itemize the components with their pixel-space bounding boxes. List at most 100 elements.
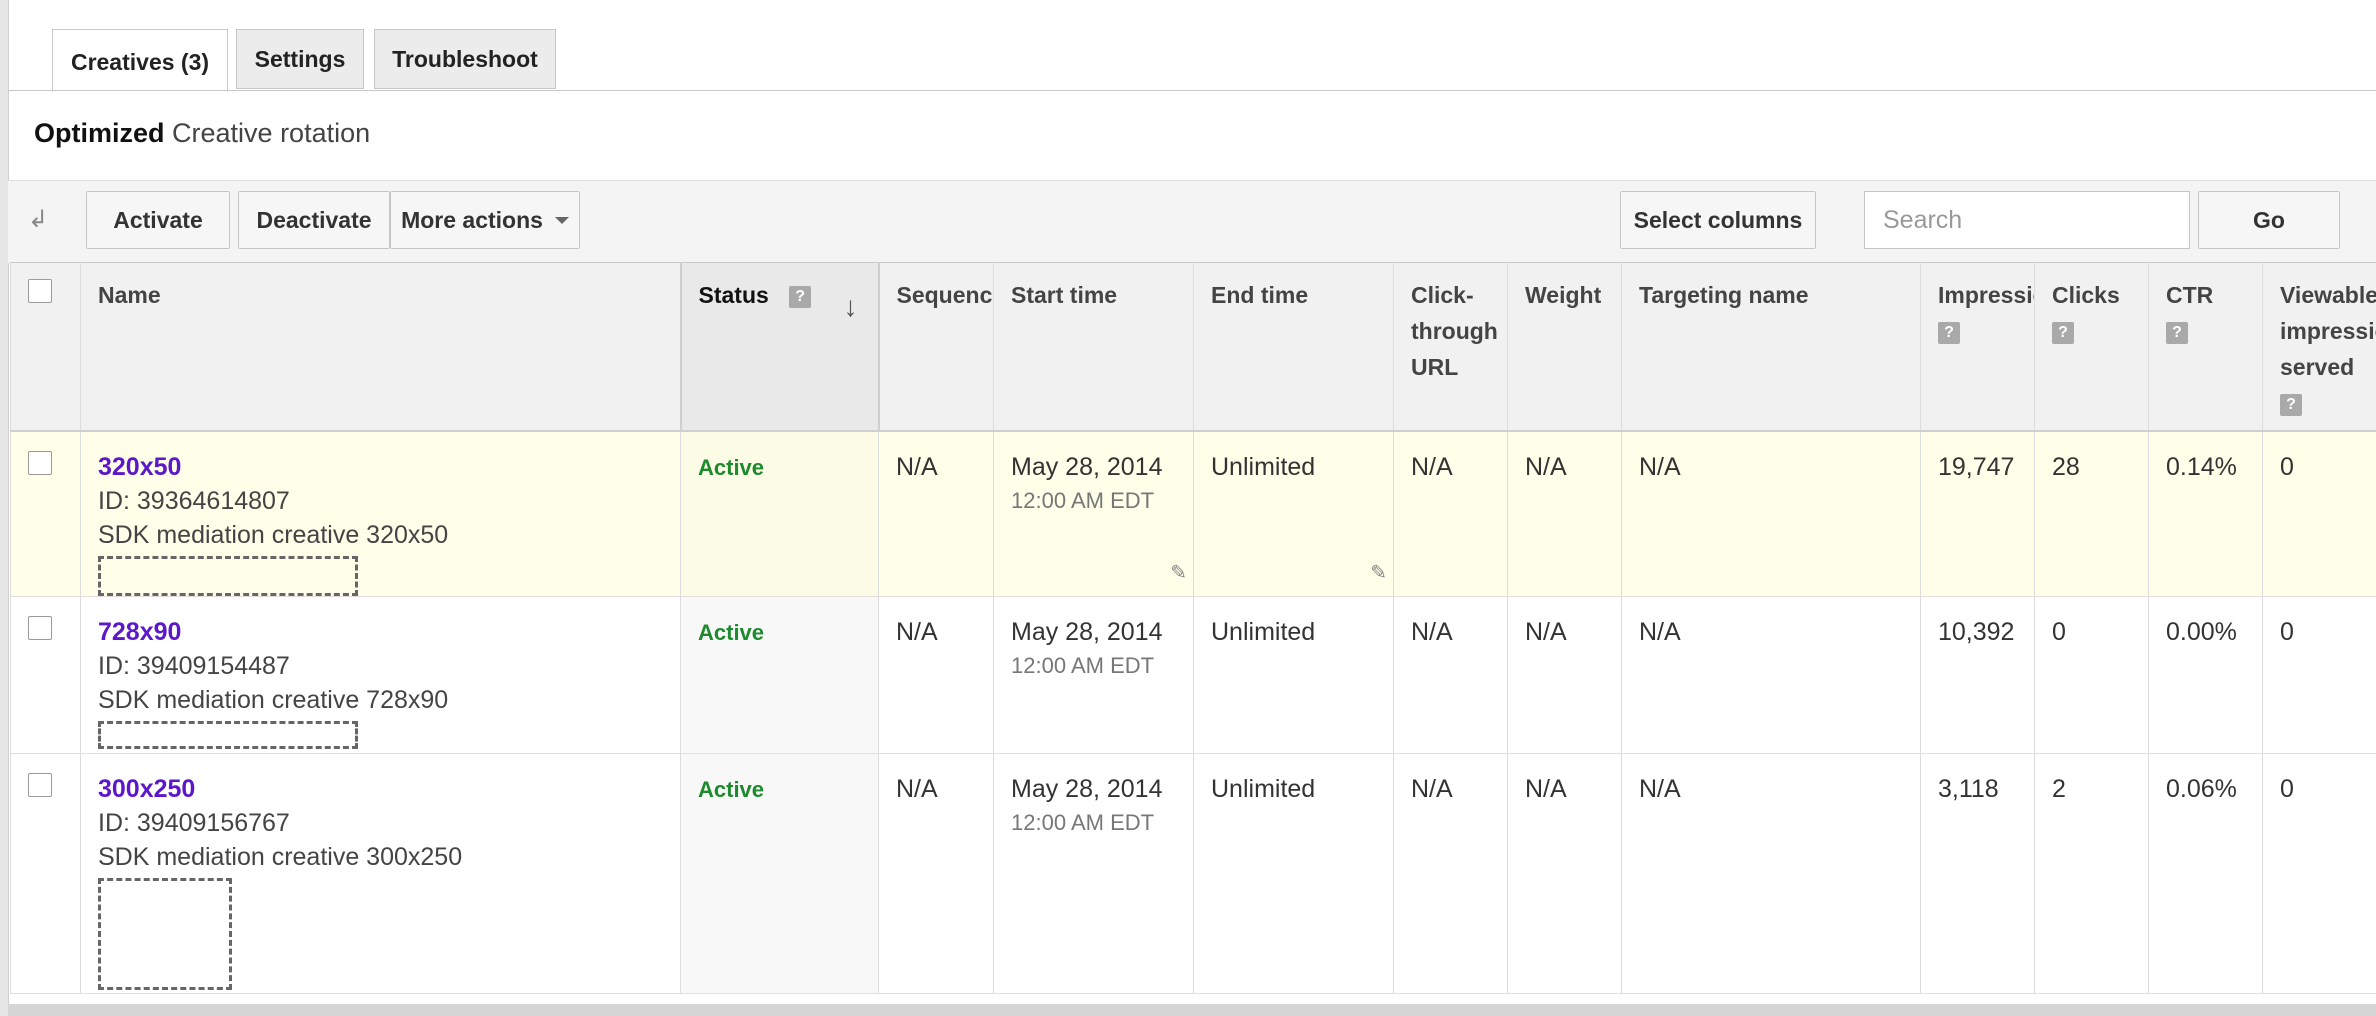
creative-name-link[interactable]: 728x90 xyxy=(98,618,181,646)
column-sequence[interactable]: Sequence xyxy=(878,262,994,432)
tab-divider xyxy=(8,90,2376,91)
table-row[interactable]: 320x50 ID: 39364614807 SDK mediation cre… xyxy=(10,430,2376,597)
start-date: May 28, 2014 xyxy=(1011,775,1163,803)
row-checkbox[interactable] xyxy=(28,450,52,475)
column-end-time[interactable]: End time xyxy=(1193,262,1394,432)
creative-preview-placeholder xyxy=(98,555,358,596)
creative-preview-placeholder xyxy=(98,878,232,990)
go-button[interactable]: Go xyxy=(2198,191,2340,249)
column-clicks[interactable]: Clicks ? xyxy=(2034,262,2149,432)
start-time-cell[interactable]: May 28, 2014 12:00 AM EDT xyxy=(993,753,1194,994)
ctr-cell: 0.06% xyxy=(2148,753,2263,994)
row-checkbox[interactable] xyxy=(28,773,52,797)
start-time-cell[interactable]: May 28, 2014 12:00 AM EDT xyxy=(993,596,1194,754)
column-start-time-label: Start time xyxy=(1011,282,1118,308)
column-url-label-2: through xyxy=(1411,318,1498,344)
creative-id: ID: 39409154487 xyxy=(98,652,290,680)
column-weight[interactable]: Weight xyxy=(1507,262,1622,432)
pencil-icon[interactable]: ✎ xyxy=(1370,556,1387,590)
column-viewable-label-3: served xyxy=(2280,354,2355,380)
column-weight-label: Weight xyxy=(1525,282,1602,308)
start-date: May 28, 2014 xyxy=(1011,452,1163,481)
column-click-through-url[interactable]: Click- through URL xyxy=(1393,262,1508,432)
column-name-label: Name xyxy=(98,282,161,308)
column-sequence-label: Sequence xyxy=(896,282,993,308)
select-columns-button[interactable]: Select columns xyxy=(1620,191,1816,249)
row-select-cell xyxy=(10,753,81,994)
pencil-icon[interactable]: ✎ xyxy=(1170,556,1187,590)
deactivate-button[interactable]: Deactivate xyxy=(238,191,390,249)
activate-button[interactable]: Activate xyxy=(86,191,230,249)
end-time-cell[interactable]: Unlimited xyxy=(1193,753,1394,994)
column-status-label: Status xyxy=(698,282,769,308)
weight-cell: N/A xyxy=(1507,430,1622,597)
more-actions-label: More actions xyxy=(401,206,543,233)
creative-rotation-label: Optimized Creative rotation xyxy=(34,118,370,149)
creative-description: SDK mediation creative 728x90 xyxy=(98,686,449,714)
clicks-cell: 2 xyxy=(2034,753,2149,994)
help-icon[interactable]: ? xyxy=(2052,321,2074,344)
column-targeting-name[interactable]: Targeting name xyxy=(1621,262,1921,432)
start-time: 12:00 AM EDT xyxy=(1011,487,1155,513)
column-impressions[interactable]: Impressions ? xyxy=(1920,262,2035,432)
column-viewable-label-2: impressions xyxy=(2280,318,2376,344)
end-time-cell[interactable]: Unlimited xyxy=(1193,596,1394,754)
start-time: 12:00 AM EDT xyxy=(1011,810,1155,835)
tab-troubleshoot[interactable]: Troubleshoot xyxy=(374,29,556,89)
help-icon[interactable]: ? xyxy=(789,285,812,308)
weight-cell: N/A xyxy=(1507,753,1622,994)
table-row[interactable]: 300x250 ID: 39409156767 SDK mediation cr… xyxy=(10,753,2376,994)
ctr-cell: 0.14% xyxy=(2148,430,2263,597)
search-input[interactable] xyxy=(1864,191,2190,249)
targeting-name-cell: N/A xyxy=(1621,753,1921,994)
table-row[interactable]: 728x90 ID: 39409154487 SDK mediation cre… xyxy=(10,596,2376,754)
impressions-cell: 19,747 xyxy=(1920,430,2035,597)
help-icon[interactable]: ? xyxy=(1938,321,1960,344)
column-ctr[interactable]: CTR ? xyxy=(2148,262,2263,432)
column-status[interactable]: Status ? ↓ xyxy=(679,262,880,432)
horizontal-scrollbar[interactable] xyxy=(8,1004,2376,1016)
tab-creatives[interactable]: Creatives (3) xyxy=(52,29,228,92)
end-time-cell[interactable]: Unlimited ✎ xyxy=(1193,430,1394,597)
select-all-checkbox[interactable] xyxy=(28,279,52,303)
end-time: Unlimited xyxy=(1211,452,1316,481)
column-impressions-label: Impressions xyxy=(1938,282,2034,308)
table-header: Name Status ? ↓ Sequence Start time End … xyxy=(10,262,2376,432)
creative-name-cell: 320x50 ID: 39364614807 SDK mediation cre… xyxy=(80,430,681,597)
chevron-down-icon xyxy=(554,216,569,224)
creative-name-link[interactable]: 320x50 xyxy=(98,453,181,481)
sort-descending-icon[interactable]: ↓ xyxy=(844,289,858,325)
status-cell: Active xyxy=(680,753,879,994)
status-cell: Active xyxy=(680,430,879,597)
help-icon[interactable]: ? xyxy=(2166,321,2188,344)
row-select-cell xyxy=(10,596,81,754)
creative-description: SDK mediation creative 320x50 xyxy=(98,520,449,549)
ctr-cell: 0.00% xyxy=(2148,596,2263,754)
column-name[interactable]: Name xyxy=(80,262,681,432)
viewable-cell: 0 xyxy=(2262,430,2376,597)
rotation-mode: Optimized xyxy=(34,118,165,148)
column-viewable-label-1: Viewable xyxy=(2280,282,2376,308)
status-badge: Active xyxy=(698,777,765,802)
sequence-cell: N/A xyxy=(878,753,994,994)
creatives-table: Name Status ? ↓ Sequence Start time End … xyxy=(10,262,2376,994)
column-url-label-1: Click- xyxy=(1411,282,1474,308)
status-badge: Active xyxy=(698,620,765,645)
more-actions-dropdown[interactable]: More actions xyxy=(390,191,580,249)
creative-name-link[interactable]: 300x250 xyxy=(98,775,195,803)
creative-id: ID: 39364614807 xyxy=(98,486,290,515)
row-select-cell xyxy=(10,430,81,597)
impressions-cell: 3,118 xyxy=(1920,753,2035,994)
column-viewable-impressions[interactable]: Viewable impressions served ? xyxy=(2262,262,2376,432)
targeting-name-cell: N/A xyxy=(1621,596,1921,754)
tab-settings[interactable]: Settings xyxy=(236,29,364,89)
column-start-time[interactable]: Start time xyxy=(993,262,1194,432)
help-icon[interactable]: ? xyxy=(2280,393,2302,416)
undo-icon[interactable]: ↲ xyxy=(28,205,48,234)
creative-name-cell: 300x250 ID: 39409156767 SDK mediation cr… xyxy=(80,753,681,994)
click-through-url-cell: N/A xyxy=(1393,596,1508,754)
column-end-time-label: End time xyxy=(1211,282,1309,308)
start-time-cell[interactable]: May 28, 2014 12:00 AM EDT ✎ xyxy=(993,430,1194,597)
toolbar: ↲ Activate Deactivate More actions Selec… xyxy=(8,180,2376,263)
row-checkbox[interactable] xyxy=(28,616,52,640)
